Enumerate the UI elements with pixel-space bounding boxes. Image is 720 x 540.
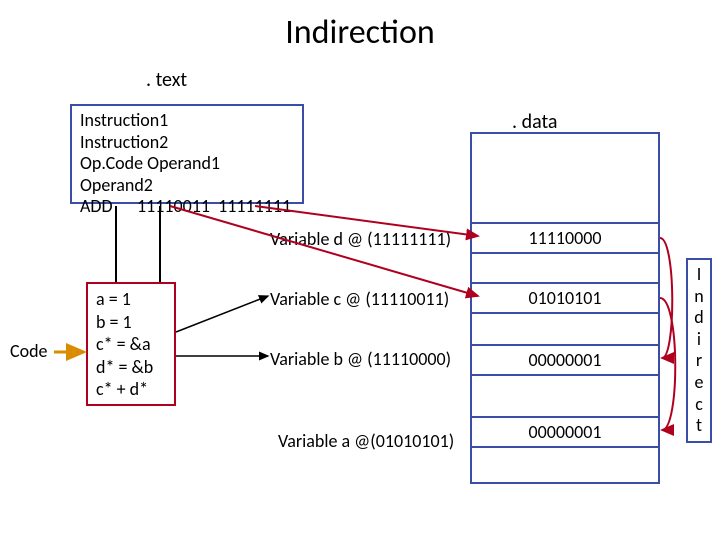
var-label-a: Variable a @(01010101) (278, 430, 454, 452)
indirect-vertical-label: I n d i r e c t (686, 258, 712, 443)
indirect-char: r (688, 350, 710, 372)
indirect-char: n (688, 286, 710, 308)
code-box: a = 1 b = 1 c* = &a d* = &b c* + d* (86, 282, 176, 406)
code-line: c* = &a (96, 333, 166, 356)
section-label-text: . text (146, 68, 187, 92)
var-label-c: Variable c @ (11110011) (270, 288, 449, 310)
memory-cell-a: 00000001 (470, 416, 660, 448)
indirect-char: e (688, 372, 710, 394)
code-line: b = 1 (96, 311, 166, 334)
instruction-box: Instruction1 Instruction2 Op.Code Operan… (70, 104, 304, 204)
code-line: a = 1 (96, 288, 166, 311)
instruction-line: ADD 11110011 11111111 (80, 196, 294, 218)
code-label: Code (10, 340, 48, 362)
arrow-c-to-a (660, 298, 675, 430)
memory-cell-c: 01010101 (470, 282, 660, 314)
code-line: c* + d* (96, 378, 166, 401)
arrow-op1-to-c (170, 206, 478, 296)
instruction-line: Instruction1 (80, 110, 294, 132)
indirect-char: d (688, 307, 710, 329)
instruction-line: Op.Code Operand1 Operand2 (80, 153, 294, 196)
arrow-d-to-b (660, 238, 672, 358)
var-label-b: Variable b @ (11110000) (270, 348, 451, 370)
indirect-char: t (688, 415, 710, 437)
arrow-code-to-c (176, 296, 268, 332)
memory-cell-b: 00000001 (470, 344, 660, 376)
code-line: d* = &b (96, 356, 166, 379)
indirect-char: i (688, 329, 710, 351)
instruction-line: Instruction2 (80, 132, 294, 154)
var-label-d: Variable d @ (11111111) (270, 228, 451, 250)
page-title: Indirection (0, 12, 720, 53)
section-label-data: . data (512, 110, 558, 134)
indirect-char: c (688, 394, 710, 416)
memory-cell-d: 11110000 (470, 222, 660, 254)
indirect-char: I (688, 264, 710, 286)
